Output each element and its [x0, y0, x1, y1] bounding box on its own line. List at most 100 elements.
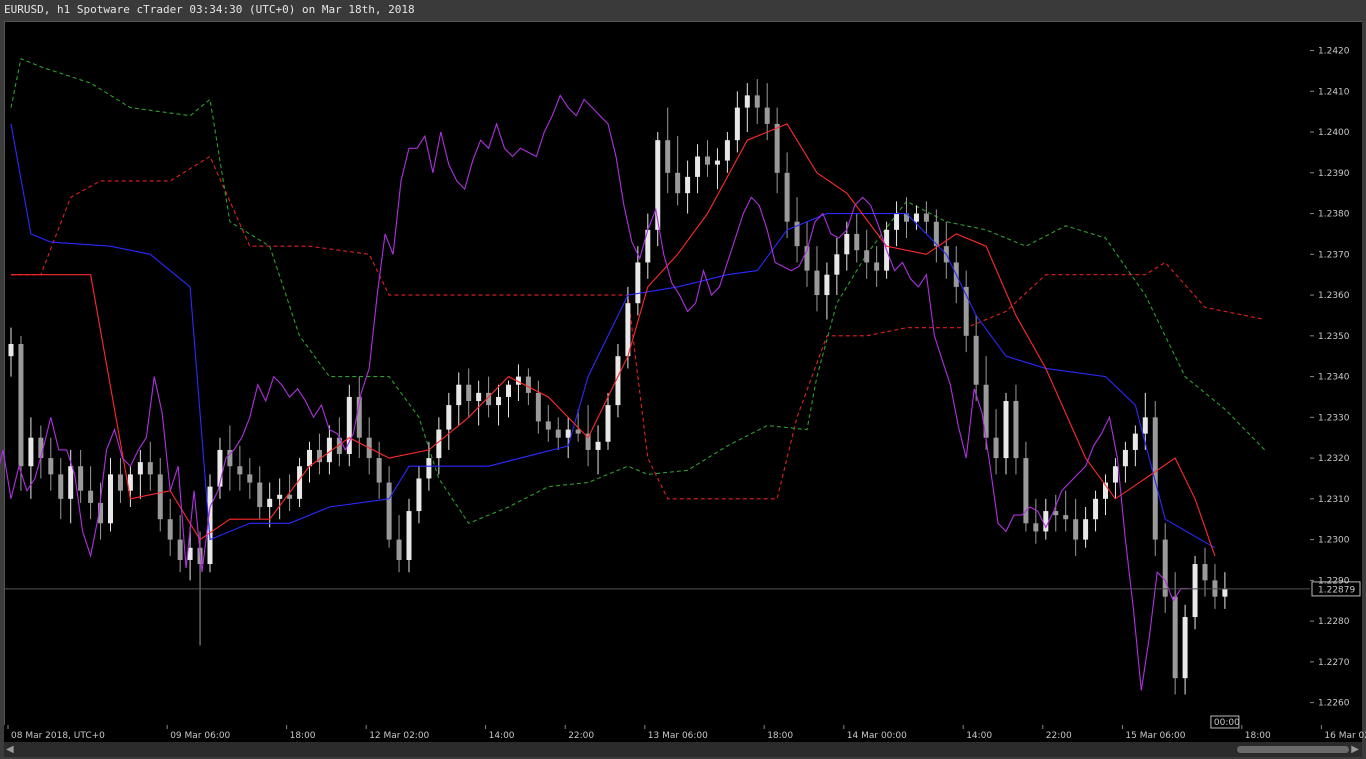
cursor-time-label: 00:00: [1214, 718, 1240, 728]
price-tick-label: 1.2320: [1318, 454, 1350, 464]
current-price-label: 1.22879: [1318, 585, 1355, 595]
price-tick-label: 1.2290: [1318, 576, 1350, 586]
candle-body: [734, 107, 740, 141]
candle-body: [1222, 588, 1228, 597]
candle-body: [1142, 417, 1148, 434]
candle-body: [177, 539, 183, 560]
candle-body: [844, 233, 850, 255]
candle-body: [754, 95, 760, 108]
candle-body: [1063, 515, 1069, 520]
candle-body: [1202, 564, 1208, 581]
candle-body: [68, 466, 74, 499]
time-tick-label: 09 Mar 06:00: [170, 731, 230, 741]
candle-body: [1073, 519, 1079, 540]
candle-body: [1083, 519, 1089, 540]
time-tick-label: 14:00: [489, 731, 515, 741]
candle-body: [655, 140, 661, 230]
candle-body: [277, 494, 283, 499]
price-tick-label: 1.2380: [1318, 210, 1350, 220]
price-tick-label: 1.2370: [1318, 250, 1350, 260]
candle-body: [1152, 417, 1158, 540]
candle-body: [476, 392, 482, 402]
time-tick-label: 15 Mar 06:00: [1125, 731, 1185, 741]
candle-body: [267, 498, 273, 507]
candle-body: [426, 458, 432, 479]
tenkan-sen-line: [11, 123, 1216, 557]
price-tick-label: 1.2270: [1318, 658, 1350, 668]
candle-body: [1093, 498, 1099, 520]
candle-body: [565, 429, 571, 438]
kijun-sen-line: [10, 123, 1216, 549]
candle-body: [466, 384, 472, 402]
candle-body: [973, 335, 979, 385]
candle-body: [854, 233, 860, 251]
candle-body: [257, 482, 263, 507]
candle-body: [784, 172, 790, 222]
time-tick-label: 14:00: [966, 731, 992, 741]
candle-body: [605, 405, 611, 442]
time-tick-label: 08 Mar 2018, UTC+0: [11, 731, 105, 741]
candle-body: [913, 213, 919, 222]
time-tick-label: 13 Mar 06:00: [648, 731, 708, 741]
time-tick-label: 14 Mar 00:00: [847, 731, 907, 741]
candle-body: [406, 511, 412, 560]
time-tick-label: 12 Mar 02:00: [369, 731, 429, 741]
ichimoku-candlestick-chart: 1.22879 1.2260 1.2270 1.2280 1.2290 1.2300 1.…: [0, 47, 1366, 741]
candle-body: [416, 478, 422, 512]
candle-body: [814, 270, 820, 296]
candle-body: [774, 123, 780, 173]
candle-body: [714, 160, 720, 165]
candle-body: [1162, 539, 1168, 597]
candle-body: [1192, 564, 1198, 618]
candle-body: [1172, 596, 1178, 679]
candle-body: [535, 392, 541, 422]
candle-body: [545, 421, 551, 430]
candle-body: [88, 490, 94, 503]
senkou-span-b-line: [11, 155, 1265, 500]
time-tick-label: 22:00: [568, 731, 594, 741]
candle-body: [525, 376, 531, 393]
candle-body: [376, 458, 382, 483]
candle-body: [1013, 401, 1019, 459]
candle-body: [8, 343, 14, 357]
price-tick-label: 1.2360: [1318, 291, 1350, 301]
time-tick-label: 18:00: [1245, 731, 1271, 741]
candle-body: [764, 107, 770, 124]
candle-body: [864, 250, 870, 263]
price-tick-label: 1.2420: [1318, 47, 1350, 57]
candle-body: [685, 176, 691, 194]
candle-body: [1112, 466, 1118, 483]
candle-body: [724, 140, 730, 161]
candle-body: [386, 482, 392, 540]
candle-body: [1122, 449, 1128, 467]
price-tick-label: 1.2330: [1318, 413, 1350, 423]
candle-body: [923, 213, 929, 222]
candle-body: [894, 213, 900, 230]
candle-body: [396, 539, 402, 560]
price-tick-label: 1.2340: [1318, 373, 1350, 383]
candle-body: [555, 429, 561, 438]
candle-body: [665, 140, 671, 173]
candle-body: [993, 437, 999, 459]
time-tick-label: 16 Mar 02:00: [1324, 731, 1366, 741]
candle-body: [575, 429, 581, 434]
time-tick-label: 22:00: [1046, 731, 1072, 741]
chikou-span-line: [0, 94, 1190, 691]
candle-body: [117, 474, 123, 491]
price-tick-label: 1.2310: [1318, 495, 1350, 505]
candle-body: [137, 462, 143, 475]
time-tick-label: 18:00: [767, 731, 793, 741]
price-tick-label: 1.2300: [1318, 536, 1350, 546]
candle-body: [78, 466, 84, 491]
candle-body: [1182, 617, 1188, 679]
candle-body: [167, 519, 173, 540]
candle-body: [695, 156, 701, 177]
candle-body: [874, 262, 880, 271]
candle-body: [1003, 401, 1009, 459]
candle-body: [307, 449, 312, 467]
candle-body: [446, 405, 452, 430]
candle-body: [147, 462, 153, 475]
candle-body: [18, 343, 24, 467]
candle-body: [1033, 523, 1039, 532]
candle-body: [247, 474, 253, 483]
